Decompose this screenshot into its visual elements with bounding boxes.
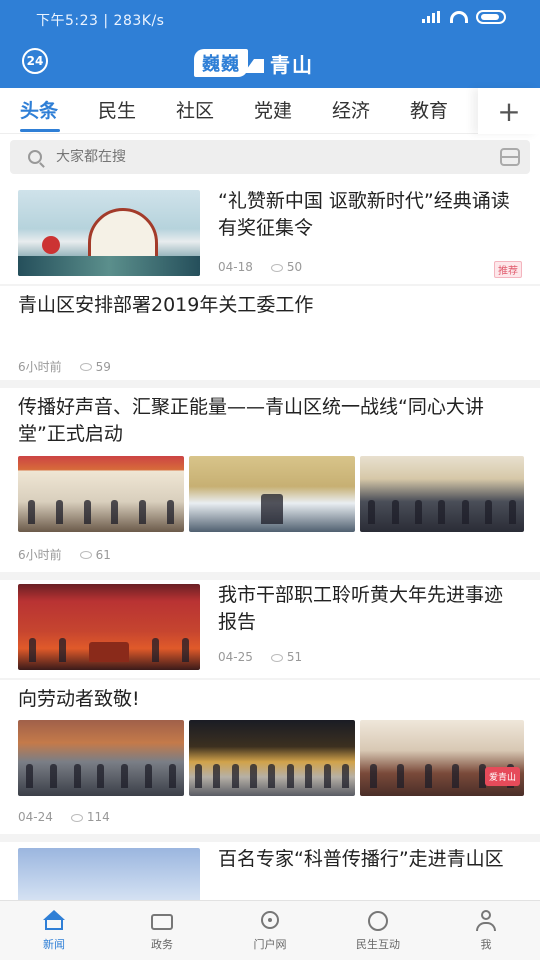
app-screen: 下午5:23 | 283K/s 24 巍巍 青山 头条 民生 社区 党建 经济 … — [0, 0, 540, 960]
eye-icon — [270, 263, 283, 272]
signal-icon — [422, 11, 442, 23]
news-item[interactable]: 我市干部职工聆听黄大年先进事迹报告 04-25 51 — [0, 580, 540, 676]
thumbnail-band — [18, 256, 200, 276]
app-logo: 巍巍 青山 — [194, 48, 314, 78]
news-views: 50 — [270, 260, 302, 274]
news-title: 向劳动者致敬! — [18, 688, 140, 710]
news-feed: “礼赞新中国 讴歌新时代”经典诵读有奖征集令 04-18 50 推荐 青山区安排… — [0, 180, 540, 900]
nav-label: 新闻 — [43, 937, 65, 951]
news-meta: 04-25 51 — [218, 650, 302, 664]
nav-label: 我 — [480, 937, 492, 951]
eye-icon — [270, 653, 283, 662]
eye-icon — [70, 813, 83, 822]
news-meta: 04-18 50 — [218, 260, 302, 274]
thumbnail-people — [360, 496, 524, 524]
news-views: 114 — [70, 810, 110, 824]
bottom-navigation: 新闻 政务 门户网 民生互动 我 — [0, 900, 540, 960]
news-thumbnail — [189, 456, 355, 532]
recommend-tag: 推荐 — [494, 261, 522, 278]
government-icon — [150, 910, 174, 932]
news-date: 6小时前 — [18, 548, 62, 562]
app-watermark-badge: 爱青山 — [484, 767, 520, 786]
news-thumbnail — [18, 190, 200, 276]
home-icon — [42, 909, 66, 932]
divider — [0, 572, 540, 580]
eye-icon — [79, 551, 92, 559]
news-thumbnail — [18, 456, 184, 532]
news-title: 我市干部职工聆听黄大年先进事迹报告 — [218, 584, 504, 633]
channel-tabs: 头条 民生 社区 党建 经济 教育 + — [0, 88, 540, 134]
nav-government[interactable]: 政务 — [108, 901, 216, 960]
nav-me[interactable]: 我 — [432, 901, 540, 960]
nav-interaction[interactable]: 民生互动 — [324, 901, 432, 960]
thumbnail-people — [18, 760, 184, 788]
portal-icon — [258, 910, 282, 932]
tab-shequ[interactable]: 社区 — [156, 88, 234, 134]
news-views: 61 — [79, 548, 111, 562]
thumbnail-people — [18, 634, 200, 662]
scan-icon[interactable] — [500, 148, 520, 166]
news-title: 青山区安排部署2019年关工委工作 — [18, 294, 314, 316]
battery-icon — [476, 10, 506, 24]
divider — [0, 678, 540, 680]
tab-toutiao[interactable]: 头条 — [0, 88, 78, 134]
news-date: 6小时前 — [18, 360, 62, 374]
news-item[interactable]: 传播好声音、汇聚正能量——青山区统一战线“同心大讲堂”正式启动 6小时前 61 — [0, 390, 540, 570]
nav-portal[interactable]: 门户网 — [216, 901, 324, 960]
divider — [0, 380, 540, 388]
wifi-icon — [450, 11, 468, 23]
news-thumbnail — [189, 720, 355, 796]
me-icon — [474, 909, 498, 932]
news-views: 59 — [79, 360, 111, 374]
news-date: 04-24 — [18, 810, 53, 824]
news-thumbnail — [360, 456, 524, 532]
nav-label: 民生互动 — [356, 937, 400, 951]
logo-mark: 巍巍 — [194, 49, 248, 77]
news-thumbnail: 爱青山 — [360, 720, 524, 796]
divider — [0, 284, 540, 286]
thumbnail-arch — [88, 208, 158, 260]
nav-label: 门户网 — [253, 937, 287, 951]
status-bar-time-speed: 下午5:23 | 283K/s — [36, 13, 165, 29]
thumbnail-people — [189, 494, 355, 524]
news-thumbnail — [18, 720, 184, 796]
news-item[interactable]: “礼赞新中国 讴歌新时代”经典诵读有奖征集令 04-18 50 推荐 — [0, 186, 540, 284]
thumbnail-people — [189, 760, 355, 788]
news-thumbnail — [18, 848, 200, 900]
status-icons — [422, 10, 506, 24]
search-input[interactable] — [56, 149, 456, 165]
logo-text: 青山 — [270, 52, 314, 77]
news-item[interactable]: 青山区安排部署2019年关工委工作 6小时前 59 — [0, 288, 540, 378]
nav-news[interactable]: 新闻 — [0, 901, 108, 960]
news-views: 51 — [270, 650, 302, 664]
news-title: 传播好声音、汇聚正能量——青山区统一战线“同心大讲堂”正式启动 — [18, 396, 484, 445]
tab-dangjian[interactable]: 党建 — [234, 88, 312, 134]
news-thumbnail — [18, 584, 200, 670]
news-item[interactable]: 向劳动者致敬! 爱青山 04-24 114 — [0, 682, 540, 832]
news-title: 百名专家“科普传播行”走进青山区 — [218, 848, 504, 870]
thumbnail-people — [18, 496, 184, 524]
news-title: “礼赞新中国 讴歌新时代”经典诵读有奖征集令 — [218, 190, 510, 239]
interaction-icon — [366, 910, 390, 932]
tab-minsheng[interactable]: 民生 — [78, 88, 156, 134]
eye-icon — [79, 363, 92, 371]
divider — [0, 834, 540, 842]
search-bar — [10, 140, 530, 174]
nav-label: 政务 — [151, 937, 173, 951]
news-date: 04-25 — [218, 650, 253, 664]
tab-jingji[interactable]: 经济 — [312, 88, 390, 134]
add-channel-button[interactable]: + — [478, 88, 540, 134]
news-meta: 6小时前 59 — [18, 358, 111, 375]
thumbnail-stamp — [42, 236, 60, 254]
tab-jiaoyu[interactable]: 教育 — [390, 88, 468, 134]
logo-tail — [244, 53, 264, 73]
news-date: 04-18 — [218, 260, 253, 274]
news-meta: 6小时前 61 — [18, 546, 111, 563]
news-meta: 04-24 114 — [18, 810, 110, 824]
news-item[interactable]: 百名专家“科普传播行”走进青山区 — [0, 844, 540, 900]
date-badge-icon[interactable]: 24 — [22, 48, 48, 74]
app-header: 下午5:23 | 283K/s 24 巍巍 青山 — [0, 0, 540, 88]
search-icon — [28, 150, 42, 164]
